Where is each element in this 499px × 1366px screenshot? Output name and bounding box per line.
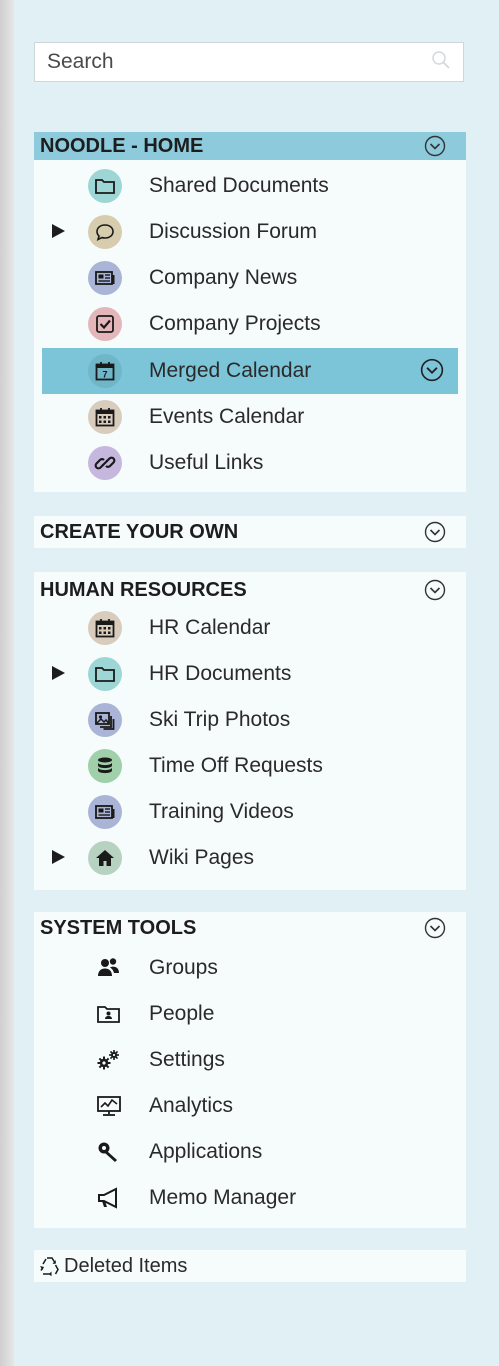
section-header-human-resources[interactable]: HUMAN RESOURCES xyxy=(34,576,466,604)
link-icon xyxy=(88,446,122,480)
nav-item-label: Useful Links xyxy=(149,451,264,474)
nav-item-label: Time Off Requests xyxy=(149,754,323,777)
section-header-noodle-home[interactable]: NOODLE - HOME xyxy=(34,132,466,160)
section-create-your-own: CREATE YOUR OWN xyxy=(34,516,466,548)
nav-item-label: Events Calendar xyxy=(149,405,305,428)
tool-item-settings[interactable]: Settings xyxy=(34,1037,466,1083)
chevron-down-icon[interactable] xyxy=(420,358,444,382)
speech-bubble-icon xyxy=(88,215,122,249)
tool-item-label: Groups xyxy=(149,956,218,979)
nav-item-time-off-requests[interactable]: Time Off Requests xyxy=(34,743,466,789)
deleted-items-link[interactable]: Deleted Items xyxy=(34,1250,466,1282)
tool-item-analytics[interactable]: Analytics xyxy=(34,1083,466,1129)
tool-item-label: Applications xyxy=(149,1140,263,1163)
megaphone-icon xyxy=(98,1187,117,1209)
window-edge xyxy=(0,0,14,1366)
tool-item-people[interactable]: People xyxy=(34,991,466,1037)
expand-arrow-icon[interactable] xyxy=(52,224,65,238)
nav-item-label: Company Projects xyxy=(149,312,321,335)
gears-icon xyxy=(97,1050,119,1070)
folder-icon xyxy=(88,169,122,203)
expand-arrow-icon[interactable] xyxy=(52,666,65,680)
calendar-grid-icon xyxy=(88,611,122,645)
checkbox-icon xyxy=(88,307,122,341)
nav-item-label: Shared Documents xyxy=(149,174,329,197)
tool-item-label: Settings xyxy=(149,1048,225,1071)
tool-item-label: Memo Manager xyxy=(149,1186,297,1209)
tool-item-groups[interactable]: Groups xyxy=(34,945,466,991)
section-system-tools: SYSTEM TOOLS Groups People Settings Anal… xyxy=(34,912,466,1228)
newspaper-icon xyxy=(88,261,122,295)
newspaper-icon xyxy=(88,795,122,829)
wrench-icon xyxy=(98,1142,117,1162)
nav-item-label: HR Documents xyxy=(149,662,292,685)
nav-item-label: Company News xyxy=(149,266,298,289)
calendar-icon: 7 xyxy=(88,354,122,388)
section-header-create-your-own[interactable]: CREATE YOUR OWN xyxy=(34,518,466,546)
nav-item-training-videos[interactable]: Training Videos xyxy=(34,789,466,835)
nav-item-label: Ski Trip Photos xyxy=(149,708,291,731)
folder-icon xyxy=(88,657,122,691)
nav-item-ski-trip-photos[interactable]: Ski Trip Photos xyxy=(34,697,466,743)
person-card-icon xyxy=(97,1006,120,1023)
section-noodle-home: NOODLE - HOME Shared Documents Discussio… xyxy=(34,132,466,492)
nav-item-events-calendar[interactable]: Events Calendar xyxy=(34,394,466,440)
tool-item-memo-manager[interactable]: Memo Manager xyxy=(34,1175,466,1221)
recycle-icon xyxy=(40,1257,59,1276)
chevron-down-icon[interactable] xyxy=(424,135,446,157)
section-header-system-tools[interactable]: SYSTEM TOOLS xyxy=(34,914,466,942)
nav-item-wiki-pages[interactable]: Wiki Pages xyxy=(34,835,466,881)
calendar-grid-icon xyxy=(88,400,122,434)
groups-icon xyxy=(98,958,119,976)
nav-item-merged-calendar[interactable]: 7 Merged Calendar xyxy=(42,348,458,394)
photos-icon xyxy=(88,703,122,737)
section-title: SYSTEM TOOLS xyxy=(40,917,197,939)
search-input[interactable] xyxy=(35,43,407,81)
chevron-down-icon[interactable] xyxy=(424,579,446,601)
chevron-down-icon[interactable] xyxy=(424,917,446,939)
section-title: HUMAN RESOURCES xyxy=(40,579,247,601)
nav-item-label: Training Videos xyxy=(149,800,294,823)
home-icon xyxy=(88,841,122,875)
section-title: NOODLE - HOME xyxy=(40,135,204,157)
section-title: CREATE YOUR OWN xyxy=(40,521,239,543)
nav-item-label: HR Calendar xyxy=(149,616,271,639)
database-icon xyxy=(88,749,122,783)
nav-item-label: Merged Calendar xyxy=(149,359,312,382)
nav-item-discussion-forum[interactable]: Discussion Forum xyxy=(34,209,466,255)
deleted-items-label: Deleted Items xyxy=(64,1255,188,1277)
tool-item-label: Analytics xyxy=(149,1094,234,1117)
search-icon[interactable] xyxy=(431,50,451,70)
tool-item-label: People xyxy=(149,1002,215,1025)
nav-item-hr-documents[interactable]: HR Documents xyxy=(34,651,466,697)
nav-item-label: Discussion Forum xyxy=(149,220,318,243)
expand-arrow-icon[interactable] xyxy=(52,850,65,864)
nav-item-shared-documents[interactable]: Shared Documents xyxy=(34,163,466,209)
svg-text:7: 7 xyxy=(102,370,107,380)
nav-item-company-projects[interactable]: Company Projects xyxy=(34,301,466,347)
chevron-down-icon[interactable] xyxy=(424,521,446,543)
analytics-monitor-icon xyxy=(97,1096,121,1116)
nav-item-useful-links[interactable]: Useful Links xyxy=(34,440,466,486)
section-human-resources: HUMAN RESOURCES HR Calendar HR Documents… xyxy=(34,572,466,890)
nav-item-company-news[interactable]: Company News xyxy=(34,255,466,301)
nav-item-label: Wiki Pages xyxy=(149,846,255,869)
search-box[interactable] xyxy=(34,42,464,82)
nav-item-hr-calendar[interactable]: HR Calendar xyxy=(34,605,466,651)
tool-item-applications[interactable]: Applications xyxy=(34,1129,466,1175)
